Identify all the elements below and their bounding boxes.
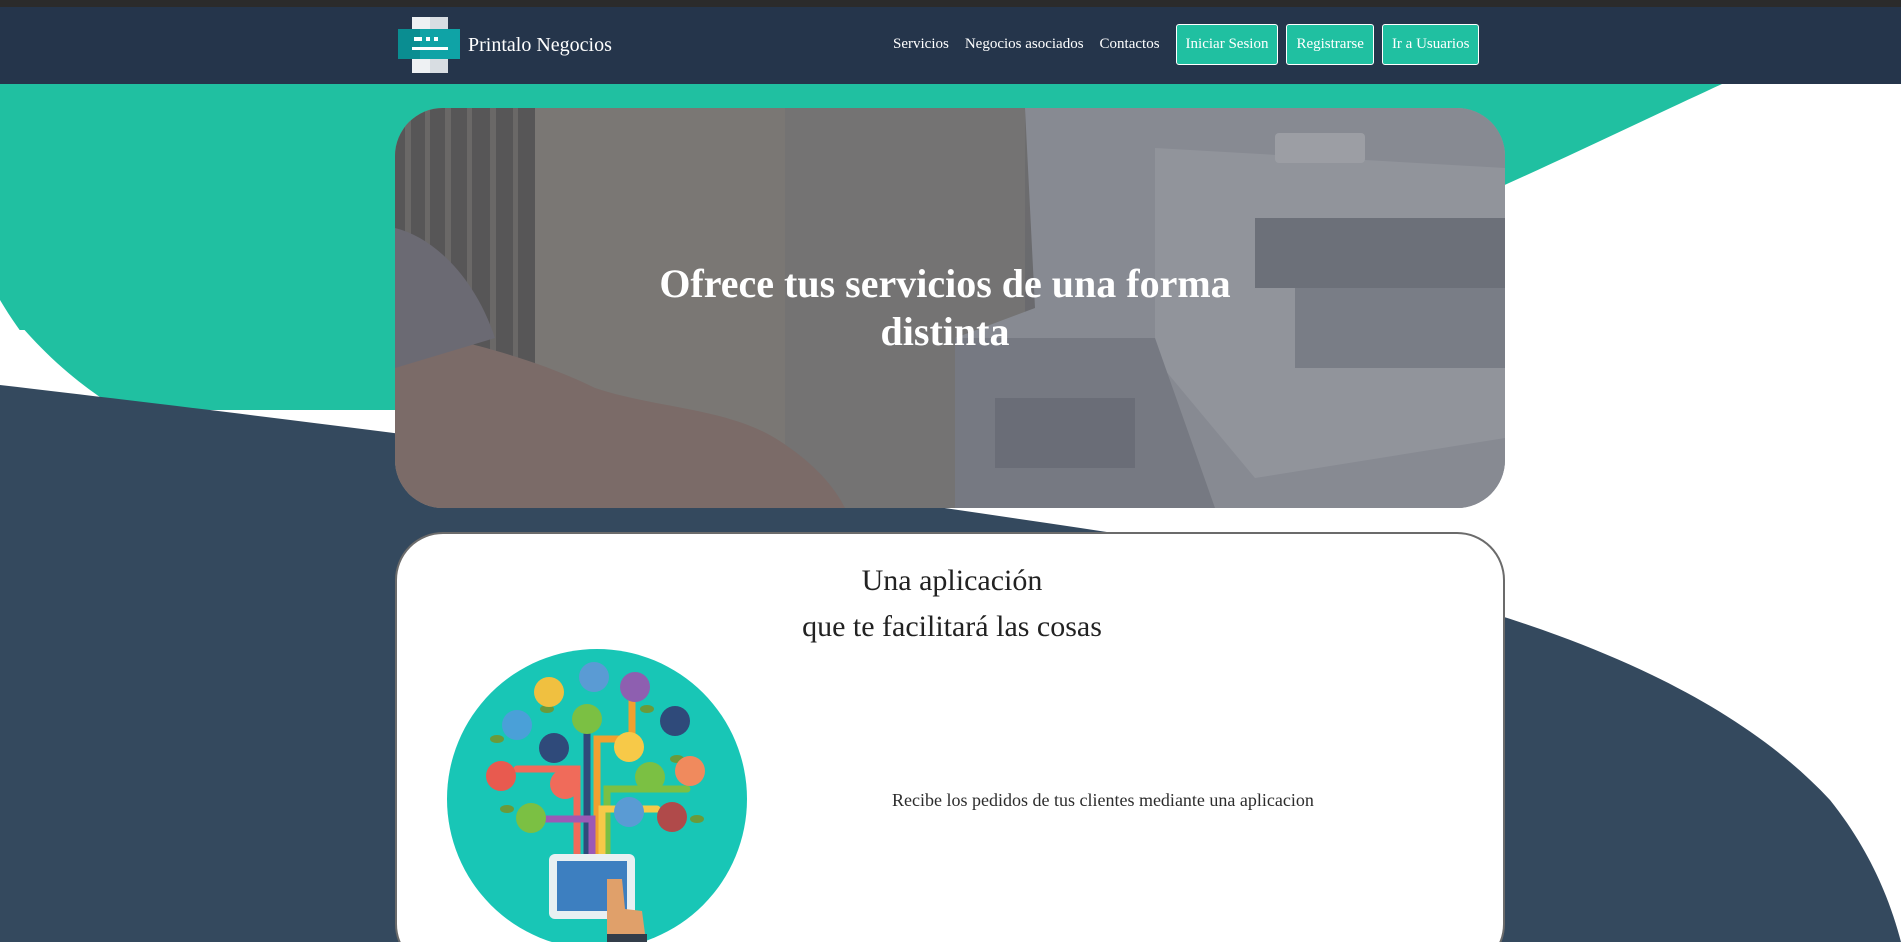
card-title: Una aplicación que te facilitará las cos… (397, 558, 1507, 650)
navbar: Printalo Negocios Servicios Negocios aso… (0, 7, 1901, 84)
printer-logo-icon (398, 17, 460, 73)
card-title-line-1: Una aplicación (861, 564, 1043, 597)
window-top-bar (0, 0, 1901, 7)
hero-title: Ofrece tus servicios de una forma distin… (659, 261, 1231, 354)
nav-link-contactos[interactable]: Contactos (1100, 36, 1160, 53)
nav-menu: Servicios Negocios asociados Contactos I… (893, 24, 1487, 65)
register-button[interactable]: Registrarse (1286, 24, 1374, 65)
app-tree-illustration (447, 649, 747, 942)
brand[interactable]: Printalo Negocios (398, 17, 612, 73)
nav-link-servicios[interactable]: Servicios (893, 36, 949, 53)
hero-banner: Ofrece tus servicios de una forma distin… (395, 108, 1505, 508)
brand-name: Printalo Negocios (468, 33, 612, 56)
login-button[interactable]: Iniciar Sesion (1175, 24, 1279, 65)
app-feature-card: Una aplicación que te facilitará las cos… (395, 532, 1505, 942)
card-title-line-2: que te facilitará las cosas (802, 610, 1102, 643)
go-to-users-button[interactable]: Ir a Usuarios (1381, 24, 1480, 65)
nav-link-negocios-asociados[interactable]: Negocios asociados (965, 36, 1084, 53)
card-description: Recibe los pedidos de tus clientes media… (892, 790, 1314, 810)
